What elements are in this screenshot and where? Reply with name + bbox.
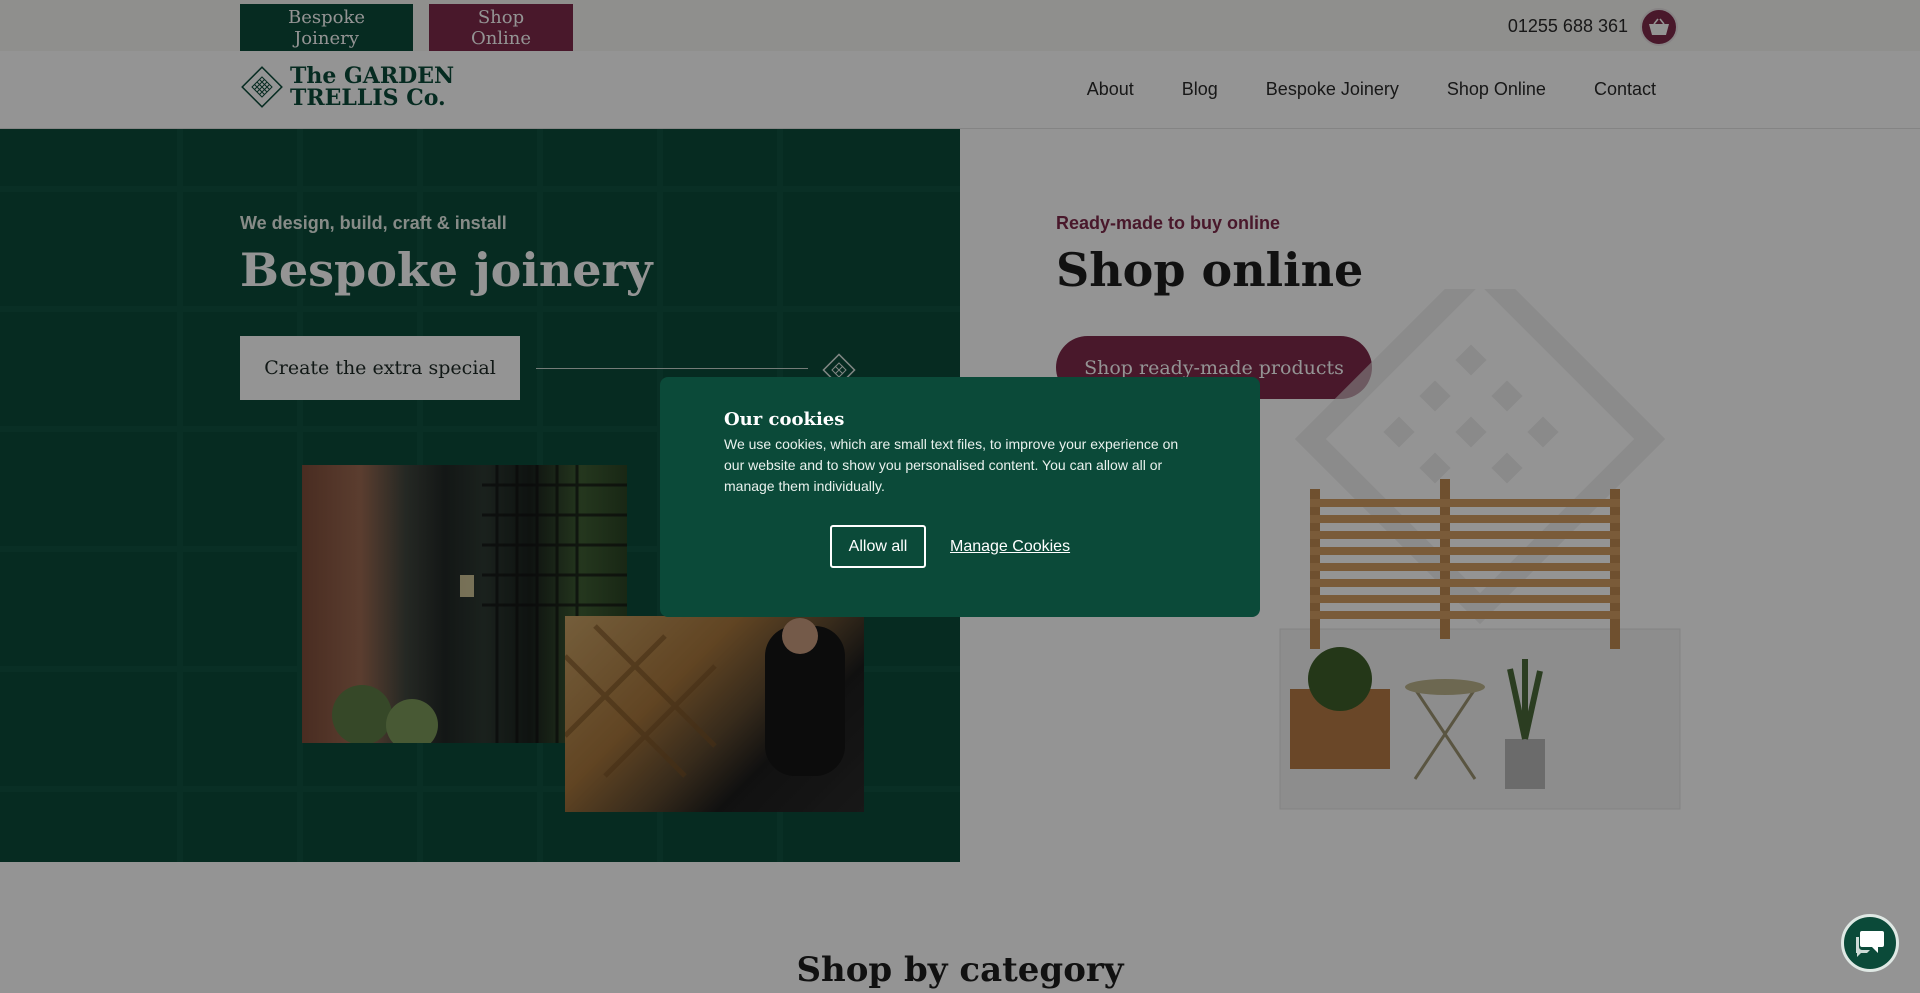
chat-icon[interactable]	[1841, 914, 1899, 972]
cookie-dialog-title: Our cookies	[724, 409, 845, 430]
manage-cookies-link[interactable]: Manage Cookies	[950, 538, 1070, 556]
cookie-consent-dialog: Our cookies We use cookies, which are sm…	[660, 377, 1260, 617]
cookie-dialog-actions: Allow all Manage Cookies	[830, 525, 1070, 568]
cookie-dialog-body: We use cookies, which are small text fil…	[724, 436, 1179, 494]
allow-all-button[interactable]: Allow all	[830, 525, 926, 568]
